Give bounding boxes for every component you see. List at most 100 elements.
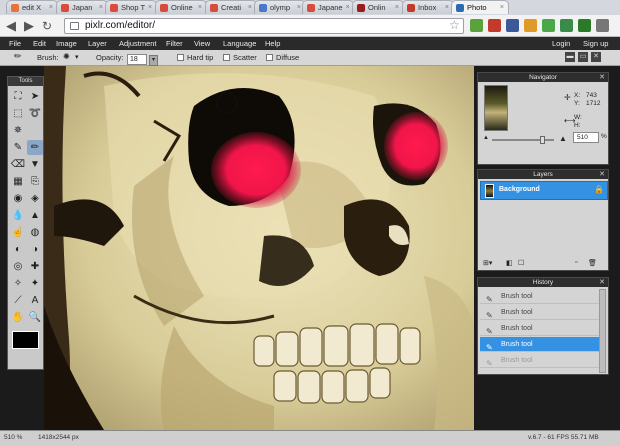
- wrench-icon[interactable]: [596, 19, 609, 32]
- hard-tip-box[interactable]: [177, 54, 184, 61]
- clipper-icon[interactable]: [578, 19, 591, 32]
- restore-icon[interactable]: ▭: [578, 52, 588, 62]
- browser-tab[interactable]: Inbox ×: [402, 0, 454, 14]
- zoom-out-icon[interactable]: ▲: [483, 135, 489, 141]
- wand-icon[interactable]: ✵: [10, 123, 26, 138]
- navigator-thumbnail[interactable]: [484, 85, 508, 131]
- layer-row-background[interactable]: Background 🔒: [480, 181, 608, 200]
- lasso-icon[interactable]: ➰: [27, 106, 43, 121]
- tab-close-icon[interactable]: ×: [148, 4, 152, 11]
- spotheal-icon[interactable]: ✚: [27, 259, 43, 274]
- foreground-color-swatch[interactable]: [12, 331, 39, 349]
- redeye-icon[interactable]: ◎: [10, 259, 26, 274]
- facebook-icon[interactable]: [506, 19, 519, 32]
- minimize-icon[interactable]: ▬: [565, 52, 575, 62]
- history-item[interactable]: ✎ Brush tool: [480, 337, 600, 352]
- menu-image[interactable]: Image: [56, 39, 77, 48]
- scatter-checkbox[interactable]: Scatter: [223, 53, 257, 62]
- layer-mask-icon[interactable]: ◧: [506, 259, 513, 267]
- delete-layer-icon[interactable]: 🗑: [588, 259, 597, 267]
- bloat-icon[interactable]: ✧: [10, 276, 26, 291]
- browser-tab[interactable]: Photo ×: [451, 0, 509, 14]
- tab-close-icon[interactable]: ×: [297, 4, 301, 11]
- close-icon[interactable]: ✕: [599, 73, 605, 82]
- color-swap-area[interactable]: [10, 353, 43, 367]
- move-icon[interactable]: ➤: [27, 89, 43, 104]
- pencil-icon[interactable]: ✎: [10, 140, 26, 155]
- url-bar[interactable]: pixlr.com/editor/: [64, 18, 464, 34]
- browser-tab[interactable]: Creati ×: [205, 0, 257, 14]
- pinch-icon[interactable]: ✦: [27, 276, 43, 291]
- chevron-down-icon[interactable]: ▾: [149, 55, 158, 66]
- zoom-value[interactable]: 510: [577, 134, 588, 141]
- sponge-icon[interactable]: ◍: [27, 225, 43, 240]
- new-layer-icon[interactable]: ▫: [575, 259, 577, 266]
- type-icon[interactable]: A: [27, 293, 43, 308]
- eyedropper-icon[interactable]: ⟋: [10, 293, 26, 308]
- history-item[interactable]: ✎ Brush tool: [480, 289, 600, 304]
- tab-close-icon[interactable]: ×: [500, 4, 504, 11]
- menu-help[interactable]: Help: [265, 39, 280, 48]
- signup-link[interactable]: Sign up: [583, 39, 608, 48]
- reload-icon[interactable]: ↻: [42, 18, 52, 34]
- browser-tab[interactable]: Online ×: [155, 0, 207, 14]
- hand-icon[interactable]: ✋: [10, 310, 26, 325]
- gradient-icon[interactable]: ▦: [10, 174, 26, 189]
- close-icon[interactable]: ✕: [599, 278, 605, 287]
- zoom-in-icon[interactable]: ▲: [559, 134, 567, 143]
- menu-adjustment[interactable]: Adjustment: [119, 39, 157, 48]
- eraser-icon[interactable]: ⌫: [10, 157, 26, 172]
- forward-icon[interactable]: ▶: [24, 18, 34, 34]
- browser-tab[interactable]: Japan ×: [56, 0, 108, 14]
- browser-tab[interactable]: Shop T ×: [105, 0, 157, 14]
- browser-tab[interactable]: olymp ×: [254, 0, 306, 14]
- back-icon[interactable]: ◀: [6, 18, 16, 34]
- layer-styles-icon[interactable]: ⊞▾: [483, 259, 492, 267]
- opacity-dropdown[interactable]: ▾: [149, 52, 158, 66]
- history-scrollbar[interactable]: [599, 289, 606, 373]
- menu-file[interactable]: File: [9, 39, 21, 48]
- tab-close-icon[interactable]: ×: [198, 4, 202, 11]
- brush-preset-icon[interactable]: ✺: [63, 52, 70, 61]
- pocket-icon[interactable]: [560, 19, 573, 32]
- burn-icon[interactable]: ◑: [27, 242, 43, 257]
- tab-close-icon[interactable]: ×: [395, 4, 399, 11]
- lock-icon[interactable]: 🔒: [594, 185, 604, 194]
- browser-tab[interactable]: Onlin ×: [352, 0, 404, 14]
- menu-layer[interactable]: Layer: [88, 39, 107, 48]
- evernote-icon[interactable]: [470, 19, 483, 32]
- diffuse-checkbox[interactable]: Diffuse: [266, 53, 299, 62]
- crop-icon[interactable]: ⛶: [10, 89, 26, 104]
- tab-close-icon[interactable]: ×: [248, 4, 252, 11]
- menu-view[interactable]: View: [194, 39, 210, 48]
- gmail-icon[interactable]: [488, 19, 501, 32]
- rss-icon[interactable]: [524, 19, 537, 32]
- login-link[interactable]: Login: [552, 39, 570, 48]
- brush-icon[interactable]: ✏: [27, 140, 43, 155]
- maps-icon[interactable]: [542, 19, 555, 32]
- colorpicker-icon[interactable]: ◉: [10, 191, 26, 206]
- history-item[interactable]: ✎ Brush tool: [480, 305, 600, 320]
- close-icon[interactable]: ✕: [599, 170, 605, 179]
- smudge-icon[interactable]: ☝: [10, 225, 26, 240]
- marquee-icon[interactable]: ⬚: [10, 106, 26, 121]
- image-canvas[interactable]: [44, 66, 474, 430]
- zoom-slider-handle[interactable]: [540, 136, 545, 144]
- tab-close-icon[interactable]: ×: [445, 4, 449, 11]
- clone-icon[interactable]: ⎘: [27, 174, 43, 189]
- zoom-slider[interactable]: [492, 136, 554, 144]
- menu-language[interactable]: Language: [223, 39, 256, 48]
- layer-settings-icon[interactable]: ☐: [518, 259, 524, 267]
- diffuse-box[interactable]: [266, 54, 273, 61]
- brush-dropdown-icon[interactable]: ▾: [75, 53, 79, 61]
- sharpen-icon[interactable]: ▲: [27, 208, 43, 223]
- close-window-icon[interactable]: ✕: [591, 52, 601, 62]
- browser-tab[interactable]: Japane ×: [302, 0, 354, 14]
- drawing-icon[interactable]: ◈: [27, 191, 43, 206]
- hard-tip-checkbox[interactable]: Hard tip: [177, 53, 213, 62]
- tab-close-icon[interactable]: ×: [99, 4, 103, 11]
- scatter-box[interactable]: [223, 54, 230, 61]
- dodge-icon[interactable]: ◐: [10, 242, 26, 257]
- history-item[interactable]: ✎ Brush tool: [480, 321, 600, 336]
- browser-tab[interactable]: edit X ×: [6, 0, 58, 14]
